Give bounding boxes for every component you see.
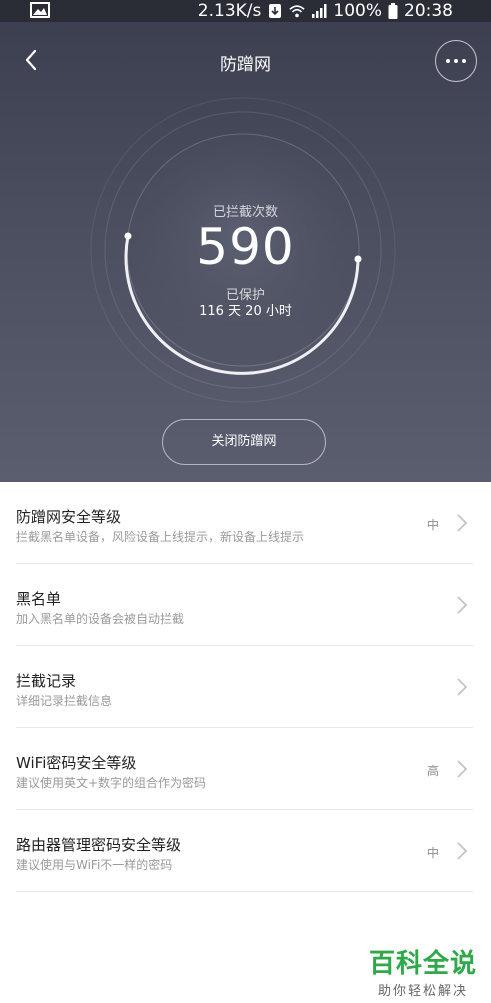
item-subtitle: 详细记录拦截信息 [16, 694, 113, 708]
chevron-right-icon [457, 514, 468, 532]
item-value: 中 [426, 846, 439, 860]
chevron-right-icon [457, 596, 468, 614]
chevron-right-icon [457, 842, 468, 860]
page-title: 防蹭网 [220, 55, 271, 75]
image-icon [30, 2, 50, 18]
settings-item-blacklist[interactable]: 黑名单 加入黑名单的设备会被自动拦截 [0, 564, 491, 646]
chevron-right-icon [457, 678, 468, 696]
network-speed: 2.13K/s [197, 1, 262, 21]
watermark: 百科全说 助你轻松解决 [369, 943, 477, 999]
item-title: 黑名单 [16, 590, 62, 608]
item-title: WiFi密码安全等级 [16, 754, 137, 772]
dot [446, 59, 450, 63]
item-title: 拦截记录 [16, 672, 77, 690]
item-subtitle: 拦截黑名单设备，风险设备上线提示，新设备上线提示 [16, 530, 305, 544]
item-title: 防蹭网安全等级 [16, 508, 122, 526]
watermark-logo: 百科全说 [368, 949, 477, 979]
dot [454, 59, 458, 63]
download-icon [269, 4, 282, 18]
item-value: 高 [426, 764, 439, 778]
item-subtitle: 加入黑名单的设备会被自动拦截 [16, 612, 185, 626]
settings-item-security-level[interactable]: 防蹭网安全等级 拦截黑名单设备，风险设备上线提示，新设备上线提示 中 [0, 482, 491, 564]
signal-icon [312, 4, 327, 18]
item-subtitle: 建议使用与WiFi不一样的密码 [16, 858, 173, 872]
settings-item-block-log[interactable]: 拦截记录 详细记录拦截信息 [0, 646, 491, 728]
item-value: 中 [426, 518, 439, 532]
dot [462, 59, 466, 63]
protected-duration: 116 天 20 小时 [199, 304, 292, 319]
close-protection-button[interactable]: 关闭防蹭网 [162, 419, 326, 465]
more-horizontal-icon[interactable] [435, 40, 477, 82]
item-title: 路由器管理密码安全等级 [16, 836, 182, 854]
settings-list: 防蹭网安全等级 拦截黑名单设备，风险设备上线提示，新设备上线提示 中 黑名单 加… [0, 482, 491, 892]
settings-item-router-password-level[interactable]: 路由器管理密码安全等级 建议使用与WiFi不一样的密码 中 [0, 810, 491, 892]
status-bar: 2.13K/s 100% 20:38 [0, 0, 491, 22]
battery-icon [388, 3, 398, 19]
divider [16, 891, 473, 892]
chevron-right-icon [457, 760, 468, 778]
clock: 20:38 [404, 1, 453, 21]
battery-level: 100% [333, 1, 382, 21]
watermark-subtitle: 助你轻松解决 [377, 984, 468, 999]
item-subtitle: 建议使用英文+数字的组合作为密码 [16, 776, 207, 790]
blocked-count: 590 [196, 218, 295, 276]
hero-panel: 2.13K/s 100% 20:38 防蹭网 已拦截次数 590 已保护 116… [0, 0, 491, 482]
settings-item-wifi-password-level[interactable]: WiFi密码安全等级 建议使用英文+数字的组合作为密码 高 [0, 728, 491, 810]
wifi-icon [289, 5, 306, 18]
top-bar: 防蹭网 [0, 22, 491, 98]
